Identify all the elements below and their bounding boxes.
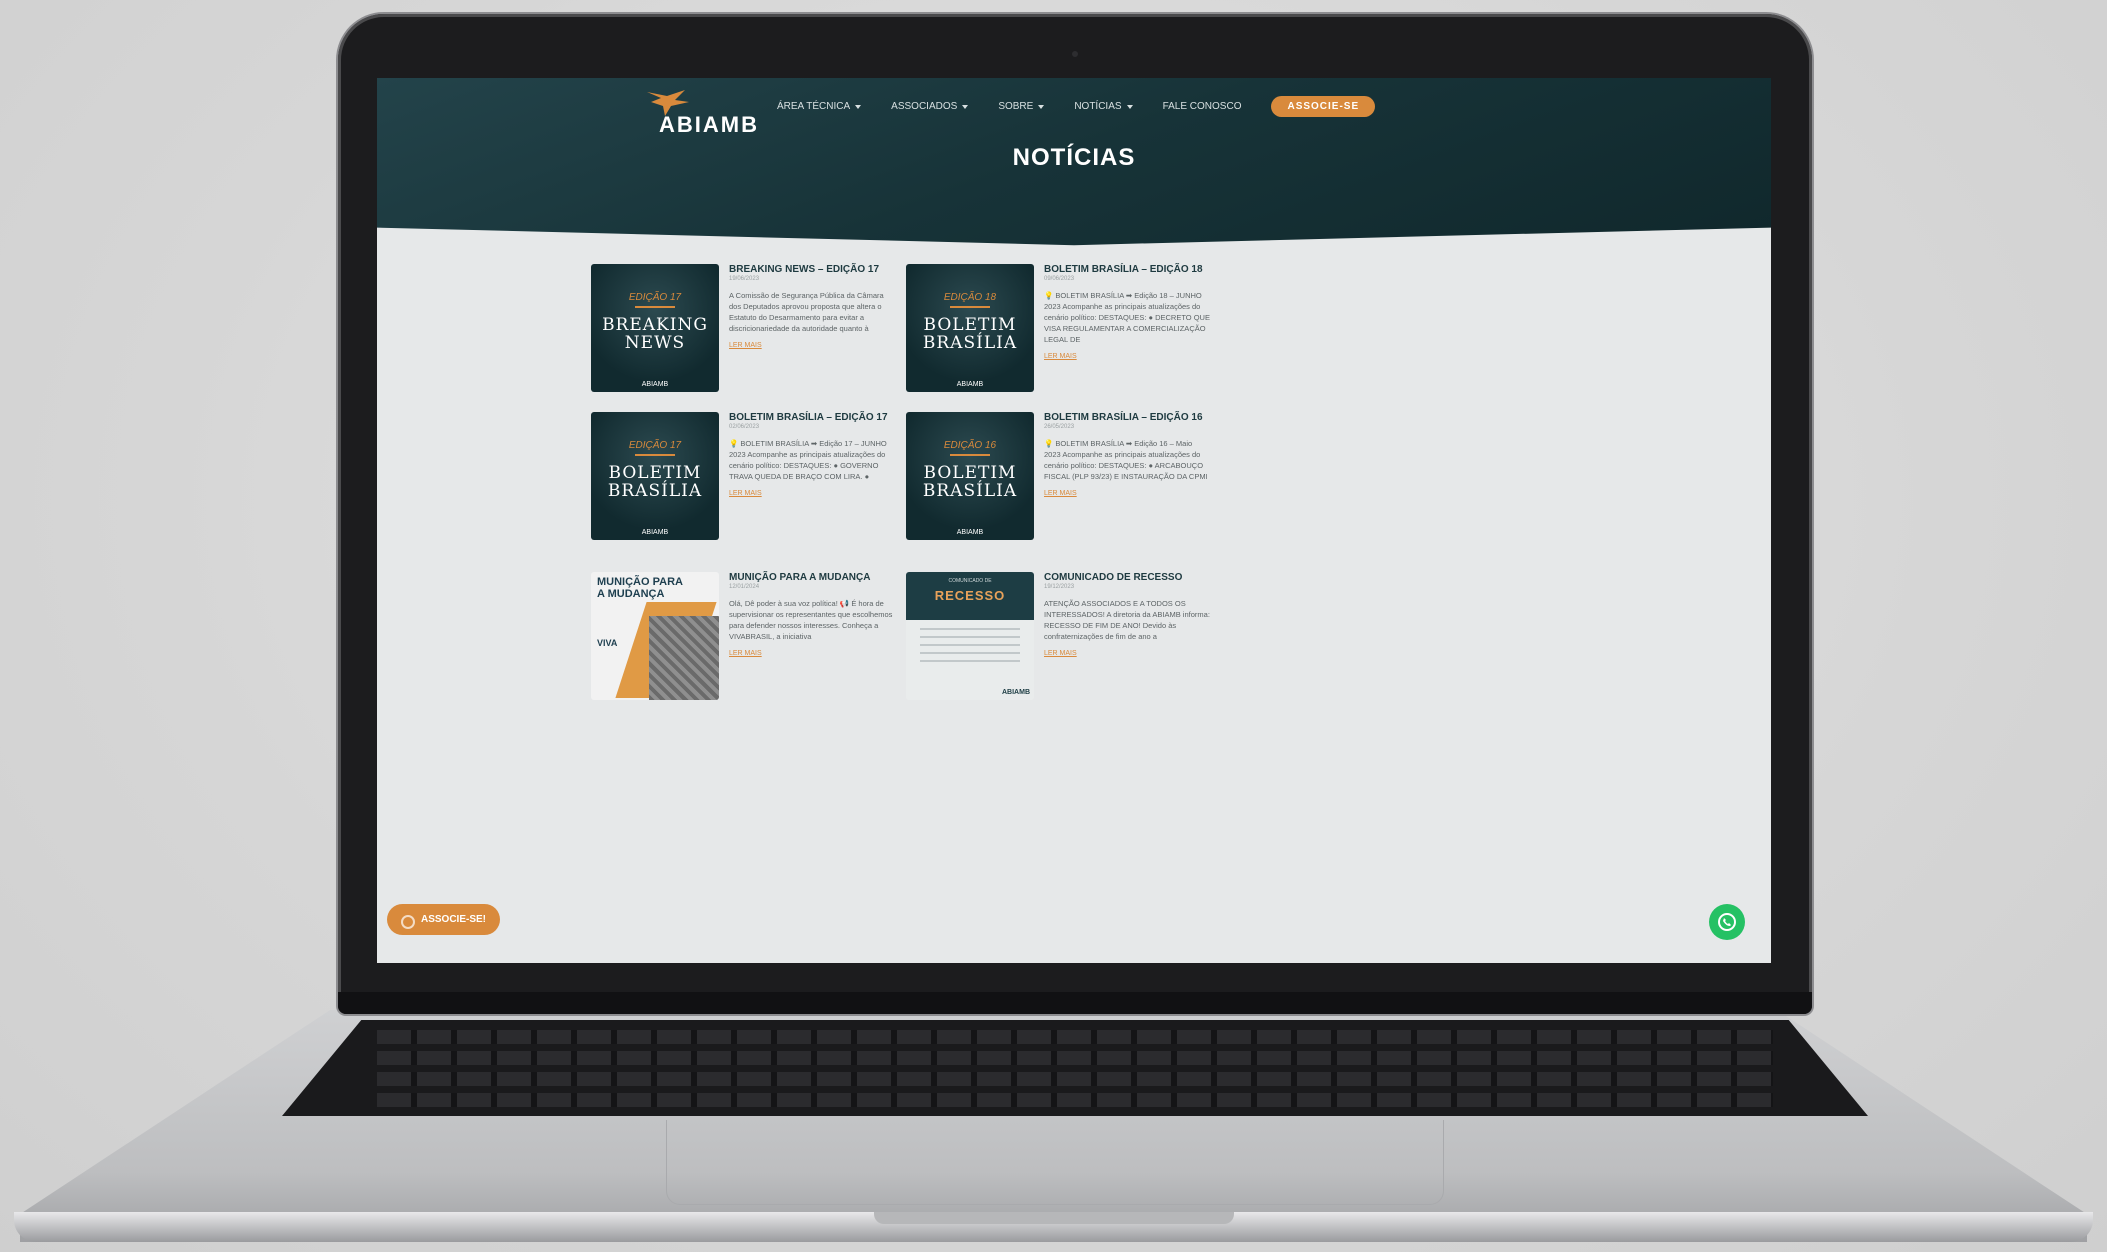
read-more-link[interactable]: LER MAIS [729, 490, 762, 497]
news-date: 09/06/2023 [1044, 276, 1075, 282]
laptop-notch [873, 1212, 1234, 1224]
news-card: COMUNICADO DE RECESSO ABIAMB COMUNICADO … [906, 572, 1216, 702]
news-title[interactable]: COMUNICADO DE RECESSO [1044, 572, 1210, 583]
news-excerpt: 💡 BOLETIM BRASÍLIA ➡ Edição 18 – JUNHO 2… [1044, 291, 1210, 344]
news-date: 02/06/2023 [729, 424, 760, 430]
news-title[interactable]: BOLETIM BRASÍLIA – EDIÇÃO 18 [1044, 264, 1210, 275]
news-excerpt: ATENÇÃO ASSOCIADOS E A TODOS OS INTERESS… [1044, 599, 1210, 641]
news-card: EDIÇÃO 16 BOLETIM BRASÍLIA ABIAMB BOLETIM… [906, 412, 1216, 542]
caret-down-icon [962, 104, 969, 109]
nav-fale-conosco[interactable]: FALE CONOSCO [1163, 101, 1242, 112]
news-card: EDIÇÃO 18 BOLETIM BRASÍLIA ABIAMB BOLETIM… [906, 264, 1216, 394]
read-more-link[interactable]: LER MAIS [729, 342, 762, 349]
floating-associe-button[interactable]: ASSOCIE-SE! [387, 904, 501, 935]
news-thumbnail[interactable]: MUNIÇÃO PARA A MUDANÇA VIVA [591, 572, 719, 700]
phone-icon [1718, 913, 1736, 931]
nav-sobre[interactable]: SOBRE [998, 101, 1045, 112]
laptop-screen: ABIAMB ÁREA TÉCNICA ASSOCIADOS SOBRE NOT… [377, 78, 1771, 963]
site-logo[interactable]: ABIAMB [645, 86, 759, 138]
news-thumbnail[interactable]: COMUNICADO DE RECESSO ABIAMB [906, 572, 1034, 700]
news-date: 26/05/2023 [1044, 424, 1075, 430]
nav-noticias[interactable]: NOTÍCIAS [1074, 101, 1133, 112]
read-more-link[interactable]: LER MAIS [1044, 490, 1077, 497]
associe-se-button[interactable]: ASSOCIE-SE [1271, 96, 1376, 117]
news-card: MUNIÇÃO PARA A MUDANÇA VIVA MUNIÇÃO PARA … [591, 572, 901, 702]
news-thumbnail[interactable]: EDIÇÃO 16 BOLETIM BRASÍLIA ABIAMB [906, 412, 1034, 540]
camera-icon [1072, 51, 1078, 57]
read-more-link[interactable]: LER MAIS [1044, 650, 1077, 657]
news-excerpt: 💡 BOLETIM BRASÍLIA ➡ Edição 17 – JUNHO 2… [729, 439, 887, 481]
news-date: 19/06/2023 [729, 276, 760, 282]
whatsapp-icon[interactable] [1709, 904, 1745, 940]
page-title: NOTÍCIAS [1012, 144, 1136, 171]
main-nav: ÁREA TÉCNICA ASSOCIADOS SOBRE NOTÍCIAS F… [777, 96, 1376, 117]
nav-associados[interactable]: ASSOCIADOS [891, 101, 969, 112]
news-date: 19/12/2023 [1044, 584, 1075, 590]
news-thumbnail[interactable]: EDIÇÃO 18 BOLETIM BRASÍLIA ABIAMB [906, 264, 1034, 392]
news-title[interactable]: BOLETIM BRASÍLIA – EDIÇÃO 17 [729, 412, 895, 423]
laptop-trackpad [666, 1120, 1444, 1205]
logo-text: ABIAMB [659, 112, 759, 137]
news-title[interactable]: BREAKING NEWS – EDIÇÃO 17 [729, 264, 895, 275]
news-excerpt: 💡 BOLETIM BRASÍLIA ➡ Edição 16 – Maio 20… [1044, 439, 1208, 481]
caret-down-icon [1038, 104, 1045, 109]
caret-down-icon [1126, 104, 1133, 109]
news-title[interactable]: MUNIÇÃO PARA A MUDANÇA [729, 572, 895, 583]
caret-down-icon [855, 104, 862, 109]
nav-area-tecnica[interactable]: ÁREA TÉCNICA [777, 101, 862, 112]
news-date: 12/01/2024 [729, 584, 760, 590]
news-thumbnail[interactable]: EDIÇÃO 17 BREAKING NEWS ABIAMB [591, 264, 719, 392]
news-excerpt: A Comissão de Segurança Pública da Câmar… [729, 291, 884, 333]
laptop-chin [338, 992, 1812, 1014]
laptop-lid: ABIAMB ÁREA TÉCNICA ASSOCIADOS SOBRE NOT… [338, 14, 1812, 1014]
news-thumbnail[interactable]: EDIÇÃO 17 BOLETIM BRASÍLIA ABIAMB [591, 412, 719, 540]
read-more-link[interactable]: LER MAIS [729, 650, 762, 657]
laptop-keyboard [282, 1020, 1868, 1116]
news-card: EDIÇÃO 17 BOLETIM BRASÍLIA ABIAMB BOLETIM… [591, 412, 901, 542]
news-excerpt: Olá, Dê poder à sua voz política! 📢 É ho… [729, 599, 893, 641]
news-title[interactable]: BOLETIM BRASÍLIA – EDIÇÃO 16 [1044, 412, 1210, 423]
read-more-link[interactable]: LER MAIS [1044, 353, 1077, 360]
news-card: EDIÇÃO 17 BREAKING NEWS ABIAMB BREAKING N… [591, 264, 901, 394]
